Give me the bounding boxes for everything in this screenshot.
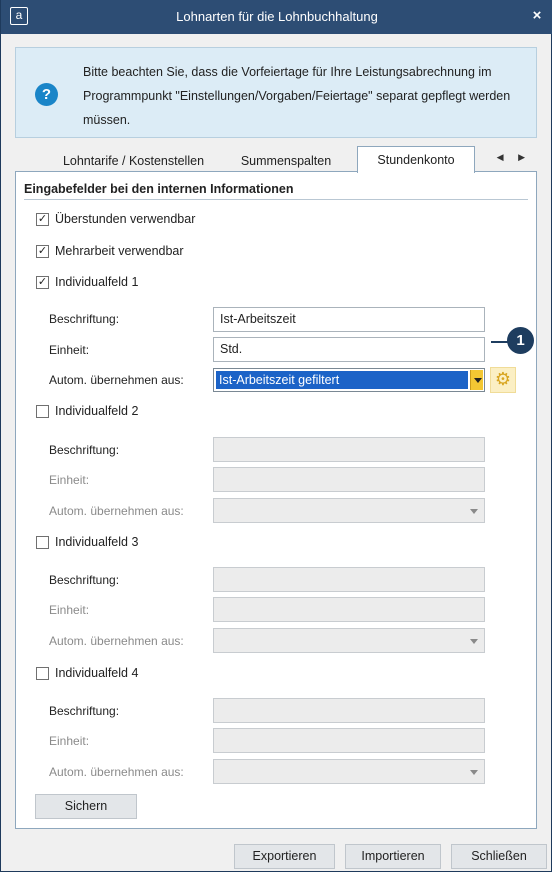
individualfeld-3-checkbox-row[interactable]: Individualfeld 3 [36, 533, 138, 551]
callout-badge: 1 [507, 327, 534, 354]
save-button[interactable]: Sichern [35, 794, 137, 819]
individualfeld-1-beschriftung-label: Beschriftung: [49, 312, 120, 326]
tab-scroll-arrows-icon[interactable]: ◀ ▶ [497, 152, 531, 163]
individualfeld-2-einheit-label: Einheit: [49, 473, 90, 487]
question-icon: ? [35, 83, 58, 106]
individualfeld-3-beschriftung-input[interactable] [213, 567, 485, 592]
tab-bar: Lohntarife / Kostenstellen Summenspalten… [15, 146, 537, 173]
import-button[interactable]: Importieren [345, 844, 441, 869]
individualfeld-3-einheit-input[interactable] [213, 597, 485, 622]
chevron-down-icon[interactable] [470, 370, 483, 390]
individualfeld-1-einheit-label: Einheit: [49, 343, 90, 357]
individualfeld-4-einheit-input[interactable] [213, 728, 485, 753]
individualfeld-4-checkbox-row[interactable]: Individualfeld 4 [36, 664, 138, 682]
individualfeld-2-checkbox[interactable] [36, 404, 49, 418]
tab-stundenkonto[interactable]: Stundenkonto [357, 146, 475, 173]
title-bar: a Lohnarten für die Lohnbuchhaltung × [1, 0, 552, 34]
individualfeld-2-checkbox-row[interactable]: Individualfeld 2 [36, 402, 138, 420]
gear-icon[interactable]: ⚙ [490, 367, 516, 393]
individualfeld-4-checkbox[interactable] [36, 666, 49, 680]
individualfeld-4-beschriftung-label: Beschriftung: [49, 704, 120, 718]
info-text: Bitte beachten Sie, dass die Vorfeiertag… [83, 65, 511, 127]
individualfeld-4-label: Individualfeld 4 [55, 666, 139, 680]
individualfeld-4-autom-select[interactable] [213, 759, 485, 784]
individualfeld-2-einheit-input[interactable] [213, 467, 485, 492]
close-window-button[interactable]: × [529, 7, 545, 25]
mehrarbeit-checkbox-row[interactable]: ✓ Mehrarbeit verwendbar [36, 242, 184, 260]
individualfeld-1-checkbox[interactable]: ✓ [36, 275, 49, 289]
individualfeld-1-label: Individualfeld 1 [55, 275, 139, 289]
individualfeld-2-label: Individualfeld 2 [55, 404, 139, 418]
ueberstunden-checkbox-row[interactable]: ✓ Überstunden verwendbar [36, 210, 195, 228]
individualfeld-2-beschriftung-input[interactable] [213, 437, 485, 462]
individualfeld-4-beschriftung-input[interactable] [213, 698, 485, 723]
individualfeld-2-autom-select[interactable] [213, 498, 485, 523]
ueberstunden-checkbox[interactable]: ✓ [36, 212, 49, 226]
individualfeld-1-beschriftung-input[interactable]: Ist-Arbeitszeit [213, 307, 485, 332]
export-button[interactable]: Exportieren [234, 844, 335, 869]
ueberstunden-label: Überstunden verwendbar [55, 212, 196, 226]
close-button[interactable]: Schließen [451, 844, 547, 869]
individualfeld-3-checkbox[interactable] [36, 535, 49, 549]
individualfeld-2-beschriftung-label: Beschriftung: [49, 443, 120, 457]
individualfeld-3-autom-select[interactable] [213, 628, 485, 653]
info-notice: ? Bitte beachten Sie, dass die Vorfeiert… [15, 47, 537, 138]
window-title: Lohnarten für die Lohnbuchhaltung [176, 9, 378, 24]
individualfeld-1-autom-value: Ist-Arbeitszeit gefiltert [216, 371, 468, 389]
individualfeld-1-autom-select[interactable]: Ist-Arbeitszeit gefiltert [213, 368, 485, 392]
stundenkonto-panel: Eingabefelder bei den internen Informati… [15, 171, 537, 829]
mehrarbeit-checkbox[interactable]: ✓ [36, 244, 49, 258]
individualfeld-1-einheit-input[interactable]: Std. [213, 337, 485, 362]
individualfeld-3-autom-label: Autom. übernehmen aus: [49, 634, 184, 648]
individualfeld-4-einheit-label: Einheit: [49, 734, 90, 748]
tab-lohntarife-kostenstellen[interactable]: Lohntarife / Kostenstellen [51, 150, 216, 172]
individualfeld-3-label: Individualfeld 3 [55, 535, 139, 549]
individualfeld-2-autom-label: Autom. übernehmen aus: [49, 504, 184, 518]
individualfeld-3-beschriftung-label: Beschriftung: [49, 573, 120, 587]
mehrarbeit-label: Mehrarbeit verwendbar [55, 244, 184, 258]
individualfeld-3-einheit-label: Einheit: [49, 603, 90, 617]
callout-line [491, 341, 508, 343]
individualfeld-1-autom-label: Autom. übernehmen aus: [49, 373, 184, 387]
individualfeld-1-checkbox-row[interactable]: ✓ Individualfeld 1 [36, 273, 138, 291]
tab-summenspalten[interactable]: Summenspalten [231, 150, 341, 172]
dialog-window: a Lohnarten für die Lohnbuchhaltung × ? … [0, 0, 552, 872]
individualfeld-4-autom-label: Autom. übernehmen aus: [49, 765, 184, 779]
section-header: Eingabefelder bei den internen Informati… [24, 178, 528, 200]
